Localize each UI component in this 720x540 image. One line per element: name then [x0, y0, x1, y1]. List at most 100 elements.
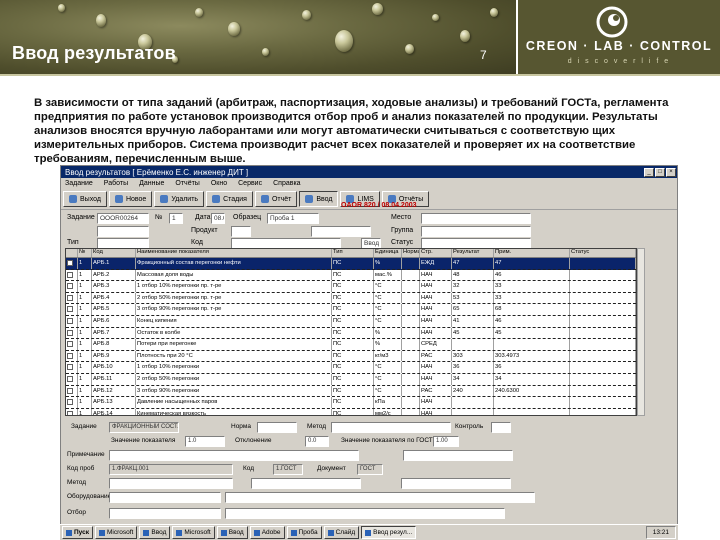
- col-note[interactable]: Прим.: [494, 249, 570, 257]
- cell-result[interactable]: 45: [452, 327, 494, 339]
- close-icon[interactable]: ×: [666, 167, 676, 177]
- table-row[interactable]: 1 АРБ.5 3 отбор 90% перегонки пр. т-ре ПС °С…: [66, 304, 636, 316]
- detail-method-field[interactable]: [331, 422, 451, 433]
- taskbar-item[interactable]: Microsoft: [172, 526, 215, 539]
- taskbar-item[interactable]: Adobe: [249, 526, 285, 539]
- menu-help[interactable]: Справка: [273, 180, 300, 187]
- table-row[interactable]: 1 АРБ.4 2 отбор 50% перегонки пр. т-ре ПС °С…: [66, 292, 636, 305]
- cell-check[interactable]: [66, 362, 78, 373]
- table-row[interactable]: 1 АРБ.3 1 отбор 10% перегонки пр. т-ре ПС °С…: [66, 281, 636, 293]
- col-check[interactable]: [66, 249, 78, 257]
- value-field[interactable]: 1.0: [185, 436, 225, 447]
- menu-works[interactable]: Работы: [104, 180, 128, 187]
- number-field[interactable]: 1: [169, 213, 183, 224]
- table-row[interactable]: 1 АРБ.8 Потери при перегонке ПС% СРЕД: [66, 339, 636, 351]
- table-row[interactable]: 1 АРБ.14 Кинематическая вязкость ПС мм2/с НАЧ: [66, 408, 636, 415]
- table-row[interactable]: 1 АРБ.9 Плотность при 20 °С ПС кг/м3 РАС 303 30…: [66, 350, 636, 363]
- cell-check[interactable]: [66, 373, 78, 385]
- col-stage[interactable]: Стр.: [420, 249, 452, 257]
- taskbar-item[interactable]: Слайд: [323, 526, 360, 539]
- deviation-field[interactable]: 0.0: [305, 436, 329, 447]
- task-field[interactable]: OOOR00264: [97, 213, 149, 224]
- cell-check[interactable]: [66, 385, 78, 397]
- cell-result[interactable]: [452, 408, 494, 415]
- table-row[interactable]: 1 АРБ.10 1 отбор 10% перегонки ПС °С НАЧ 36 36: [66, 362, 636, 374]
- table-row[interactable]: 1 АРБ.12 3 отбор 90% перегонки ПС °С РАС 240 24…: [66, 385, 636, 398]
- taskbar-item-active[interactable]: Ввод резул...: [361, 526, 417, 539]
- cell-result[interactable]: 34: [452, 373, 494, 385]
- note-extra-field[interactable]: [403, 450, 513, 461]
- row-checkbox[interactable]: [67, 317, 73, 324]
- row-checkbox[interactable]: [67, 352, 73, 359]
- menu-window[interactable]: Окно: [211, 180, 227, 187]
- place-field[interactable]: [421, 213, 531, 224]
- table-row[interactable]: 1 АРБ.2 Массовая доля воды ПС мас.% НАЧ 48 46: [66, 269, 636, 282]
- col-type[interactable]: Тип: [332, 249, 374, 257]
- table-row[interactable]: 1 АРБ.7 Остаток в колбе ПС% НАЧ 45 45: [66, 327, 636, 340]
- delete-button[interactable]: Удалить: [154, 191, 205, 207]
- selection-name-field[interactable]: [225, 508, 505, 519]
- cell-result[interactable]: 65: [452, 304, 494, 315]
- sample-field[interactable]: Проба 1: [267, 213, 319, 224]
- input-button[interactable]: Ввод: [299, 191, 339, 207]
- detail-control-field[interactable]: [491, 422, 511, 433]
- cell-check[interactable]: [66, 292, 78, 304]
- row-checkbox[interactable]: [67, 399, 73, 406]
- maximize-icon[interactable]: □: [655, 167, 665, 177]
- gost-code-field[interactable]: 1.ГОСТ: [273, 464, 303, 475]
- col-name[interactable]: Наименование показателя: [136, 249, 332, 257]
- cell-check[interactable]: [66, 339, 78, 350]
- product-field[interactable]: [231, 226, 251, 237]
- new-button[interactable]: Новое: [108, 191, 153, 207]
- method-name-field[interactable]: [251, 478, 361, 489]
- report-button[interactable]: Отчёт: [254, 191, 298, 207]
- menu-reports[interactable]: Отчёты: [175, 180, 199, 187]
- cell-result[interactable]: [452, 397, 494, 408]
- table-row[interactable]: 1 АРБ.13 Давление насыщенных паров ПС кПа НАЧ: [66, 397, 636, 409]
- cell-result[interactable]: 36: [452, 362, 494, 373]
- cell-result[interactable]: 48: [452, 269, 494, 281]
- row-checkbox[interactable]: [67, 260, 73, 266]
- cell-result[interactable]: [452, 339, 494, 350]
- row-checkbox[interactable]: [67, 375, 73, 382]
- row-checkbox[interactable]: [67, 341, 73, 348]
- selection-field[interactable]: [109, 508, 221, 519]
- note-field[interactable]: [109, 450, 359, 461]
- equipment-name-field[interactable]: [225, 492, 535, 503]
- product-code-field[interactable]: [97, 226, 149, 237]
- col-result[interactable]: Результат: [452, 249, 494, 257]
- cell-check[interactable]: [66, 258, 78, 269]
- method-field[interactable]: [109, 478, 233, 489]
- sample-code-field[interactable]: 1.ФРАКЦ.001: [109, 464, 233, 475]
- col-norm[interactable]: Норма: [402, 249, 420, 257]
- taskbar-item[interactable]: Проба: [286, 526, 322, 539]
- taskbar-item[interactable]: Microsoft: [95, 526, 138, 539]
- cell-check[interactable]: [66, 327, 78, 339]
- row-checkbox[interactable]: [67, 364, 73, 371]
- row-checkbox[interactable]: [67, 283, 73, 290]
- equipment-field[interactable]: [109, 492, 221, 503]
- method-ref-field[interactable]: [401, 478, 511, 489]
- document-field[interactable]: ГОСТ: [357, 464, 383, 475]
- minimize-icon[interactable]: _: [644, 167, 654, 177]
- cell-result[interactable]: 41: [452, 315, 494, 327]
- cell-check[interactable]: [66, 281, 78, 292]
- row-checkbox[interactable]: [67, 271, 73, 278]
- cell-result[interactable]: 53: [452, 292, 494, 304]
- cell-result[interactable]: 32: [452, 281, 494, 292]
- detail-task-field[interactable]: ФРАКЦИОННЫЙ СОСТАВ: [109, 422, 179, 433]
- menu-data[interactable]: Данные: [139, 180, 164, 187]
- cell-check[interactable]: [66, 397, 78, 408]
- cell-check[interactable]: [66, 315, 78, 327]
- row-checkbox[interactable]: [67, 387, 73, 394]
- col-status[interactable]: Статус: [570, 249, 636, 257]
- group-field[interactable]: [421, 226, 531, 237]
- date-field[interactable]: 08.04.03: [211, 213, 225, 224]
- product-name-field[interactable]: [311, 226, 371, 237]
- cell-result[interactable]: 303: [452, 350, 494, 362]
- row-checkbox[interactable]: [67, 410, 73, 415]
- cell-check[interactable]: [66, 304, 78, 315]
- exit-button[interactable]: Выход: [63, 191, 107, 207]
- table-row[interactable]: 1 АРБ.6 Конец кипения ПС °С НАЧ 41 46: [66, 315, 636, 328]
- cell-result[interactable]: 240: [452, 385, 494, 397]
